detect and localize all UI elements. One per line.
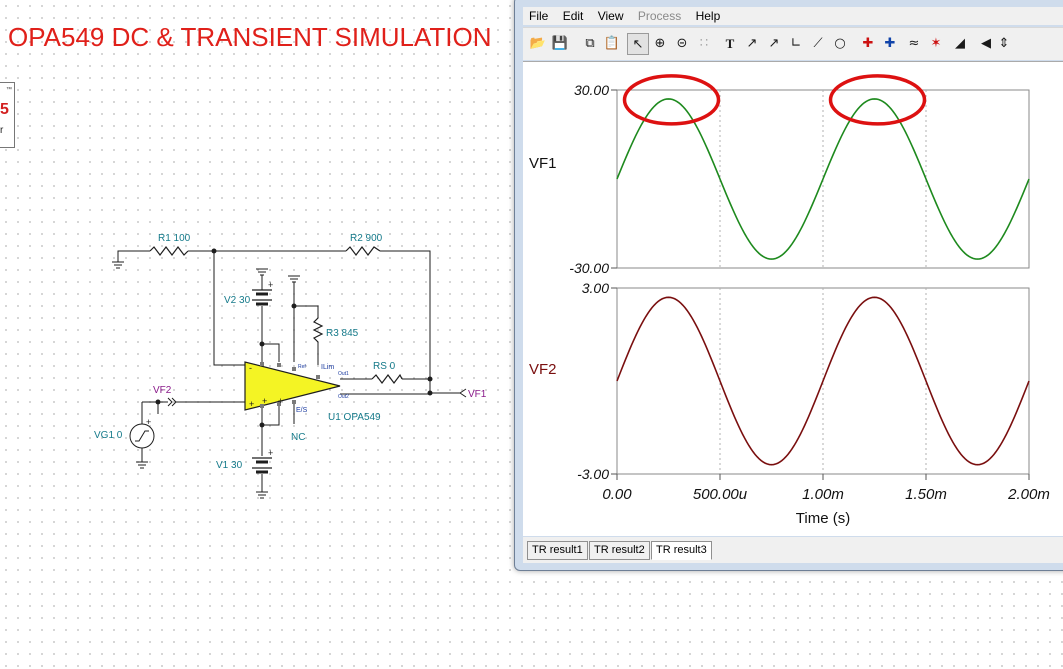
pin-es-label: E/S <box>296 407 308 414</box>
save-icon[interactable]: 💾 <box>549 33 571 55</box>
tab-tr-result1[interactable]: TR result1 <box>527 541 588 560</box>
cursor-b-icon[interactable]: ✚ <box>879 33 901 55</box>
result-tabs: TR result1 TR result2 TR result3 <box>523 537 1063 563</box>
pin-out1-label: Out1 <box>338 371 349 377</box>
circle-icon[interactable]: ○ <box>829 33 851 55</box>
zoom-100-icon[interactable]: ⊝ <box>671 33 693 55</box>
svg-text:+: + <box>262 396 267 406</box>
vg1-label: VG1 0 <box>94 430 123 441</box>
paste-icon[interactable]: 📋 <box>601 33 623 55</box>
pin-ref-label: Ref <box>298 364 306 370</box>
chart1-ytick-label-2: -30.00 <box>569 260 609 276</box>
vf2-probe-label: VF2 <box>153 385 172 396</box>
u1-label: U1 OPA549 <box>328 412 381 423</box>
svg-text:+: + <box>249 399 254 409</box>
cursor-a-icon[interactable]: ✚ <box>857 33 879 55</box>
r2-label: R2 900 <box>350 233 383 244</box>
chart2-xtick-label-5: 2.00m <box>1007 486 1050 503</box>
menu-view[interactable]: View <box>592 7 629 23</box>
text-icon[interactable]: T <box>719 33 741 55</box>
chart1-ylabel: VF1 <box>529 155 557 172</box>
tab-tr-result3[interactable]: TR result3 <box>651 541 712 560</box>
chart2-xtick-label-4: 1.50m <box>905 486 947 503</box>
schematic: + + + - + + + R1 100 R2 900 V2 30 R3 845… <box>94 233 487 499</box>
tab-tr-result2[interactable]: TR result2 <box>589 541 650 560</box>
open-folder-icon[interactable]: 📂 <box>527 33 549 55</box>
toolbar: 📂 💾 ⧉ 📋 ↖ ⊕ ⊝ ∷ T ↗ ↗ ∟ ⟋ ○ ✚ ✚ ≈ ✶ ◢ ◀ … <box>523 27 1063 60</box>
svg-text:-: - <box>249 363 252 373</box>
menu-bar: File Edit View Process Help <box>523 7 1063 25</box>
pin-ilim-label: ILim <box>321 364 334 371</box>
vf1-probe-label: VF1 <box>468 389 487 400</box>
zoom-in-icon[interactable]: ⊕ <box>649 33 671 55</box>
chart2-ytick-label-1: 3.00 <box>582 280 609 296</box>
r3-label: R3 845 <box>326 328 359 339</box>
curve-label-2-icon[interactable]: ↗ <box>763 33 785 55</box>
chart2-xtick-label-3: 1.00m <box>802 486 844 503</box>
axis-icon[interactable]: ∟ <box>785 33 807 55</box>
chart2-xtick-label-1: 0.00 <box>602 486 632 503</box>
r1-label: R1 100 <box>158 233 191 244</box>
waveform-plot: 30.00 -30.00 VF1 3.00 -3.00 VF2 0.00 500.00u 1.0… <box>529 74 1050 527</box>
waveform-icon[interactable]: ≈ <box>903 33 925 55</box>
chart2-xlabel: Time (s) <box>796 510 850 527</box>
scroll-updown-icon[interactable]: ⇕ <box>993 33 1015 55</box>
svg-text:+: + <box>278 396 283 406</box>
plot-area: 30.00 -30.00 VF1 3.00 -3.00 VF2 0.00 500.00u 1.0… <box>523 61 1063 536</box>
chart2-xtick-label-2: 500.00u <box>693 486 748 503</box>
line-icon[interactable]: ⟋ <box>807 33 829 55</box>
menu-edit[interactable]: Edit <box>557 7 589 23</box>
svg-text:+: + <box>268 280 273 290</box>
pointer-icon[interactable]: ↖ <box>627 33 649 55</box>
pin-out2-label: Out2 <box>338 394 349 400</box>
svg-text:+: + <box>146 417 151 427</box>
menu-help[interactable]: Help <box>690 7 726 23</box>
flag-icon[interactable]: ◢ <box>949 33 971 55</box>
chart2-ylabel: VF2 <box>529 361 557 378</box>
copy-icon[interactable]: ⧉ <box>579 33 601 55</box>
nc-label: NC <box>291 432 305 443</box>
menu-process: Process <box>637 9 682 23</box>
menu-file[interactable]: File <box>523 7 553 23</box>
transient-result-window[interactable]: File Edit View Process Help 📂 💾 ⧉ 📋 ↖ ⊕ … <box>514 0 1063 571</box>
marker-icon[interactable]: ✶ <box>925 33 947 55</box>
chart2-ytick-label-2: -3.00 <box>577 466 609 482</box>
v2-label: V2 30 <box>224 295 251 306</box>
chart1-ytick-label-1: 30.00 <box>574 82 609 98</box>
v1-label: V1 30 <box>216 460 243 471</box>
svg-text:+: + <box>268 448 273 458</box>
rs-label: RS 0 <box>373 361 396 372</box>
curve-label-icon[interactable]: ↗ <box>741 33 763 55</box>
grid-icon[interactable]: ∷ <box>693 33 715 55</box>
